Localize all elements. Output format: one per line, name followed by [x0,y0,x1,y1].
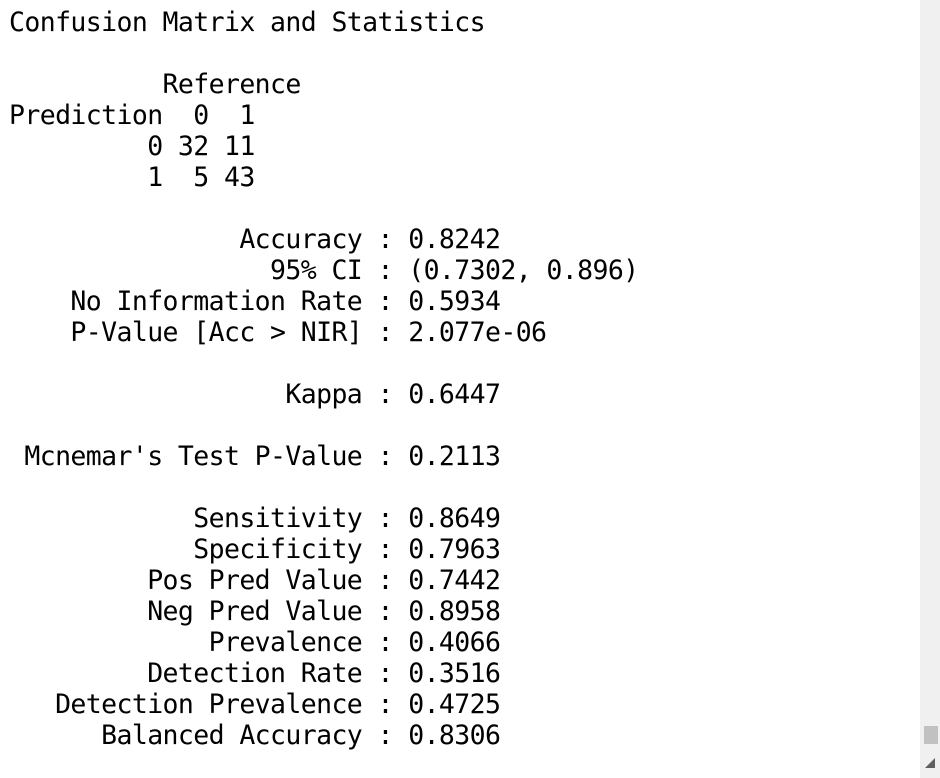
console-line-matrix-row-1: 1 5 43 [9,162,255,193]
console-line-pvalue: P-Value [Acc > NIR] : 2.077e-06 [9,317,547,348]
console-line-nir: No Information Rate : 0.5934 [9,286,501,317]
console-line-balanced-accuracy: Balanced Accuracy : 0.8306 [9,720,501,751]
vertical-scrollbar[interactable] [920,0,940,778]
console-line-title: Confusion Matrix and Statistics [9,7,486,38]
console-line-kappa: Kappa : 0.6447 [9,379,501,410]
console-line-matrix-row-0: 0 32 11 [9,131,255,162]
console-line-accuracy: Accuracy : 0.8242 [9,224,501,255]
scroll-down-arrow-icon[interactable] [922,756,938,772]
console-line-reference-header: Reference [9,69,302,100]
scrollbar-thumb[interactable] [924,726,938,744]
console-line-detection-prevalence: Detection Prevalence : 0.4725 [9,689,501,720]
console-panel: Confusion Matrix and Statistics Referenc… [0,0,920,778]
console-line-neg-pred-value: Neg Pred Value : 0.8958 [9,596,501,627]
console-line-sensitivity: Sensitivity : 0.8649 [9,503,501,534]
console-output: Confusion Matrix and Statistics Referenc… [9,7,639,751]
console-line-prevalence: Prevalence : 0.4066 [9,627,501,658]
console-line-specificity: Specificity : 0.7963 [9,534,501,565]
console-line-detection-rate: Detection Rate : 0.3516 [9,658,501,689]
console-line-prediction-header: Prediction 0 1 [9,100,255,131]
console-line-ci: 95% CI : (0.7302, 0.896) [9,255,639,286]
console-line-pos-pred-value: Pos Pred Value : 0.7442 [9,565,501,596]
console-line-mcnemar: Mcnemar's Test P-Value : 0.2113 [9,441,501,472]
